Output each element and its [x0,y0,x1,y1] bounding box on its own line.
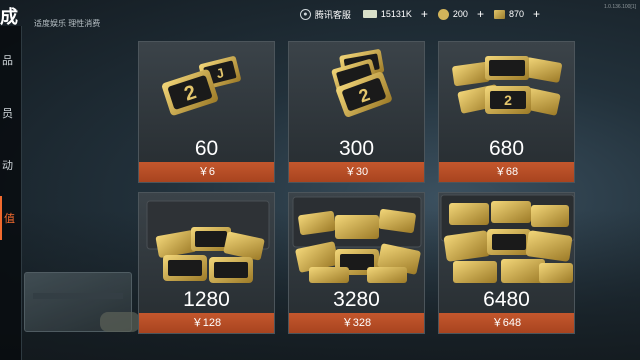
health-notice: 适度娱乐 理性消费 [34,19,101,28]
sidebar-item-member[interactable]: 员 [0,91,22,135]
pack-card[interactable]: 2 680 ￥68 [438,41,575,183]
sidebar-item-label: 动 [2,160,13,172]
add-cash-button[interactable]: + [421,8,428,20]
gold-bar-icon: J 2 [162,56,241,116]
price-button[interactable]: ￥6 [139,162,274,182]
pack-card[interactable]: 6480 ￥648 [438,192,575,334]
pack-amount: 300 [338,137,375,160]
token-value: 870 [508,9,524,19]
token-icon [493,9,505,19]
price-button[interactable]: ￥128 [139,313,274,333]
sidebar-item-label: 值 [4,213,15,225]
gold-bar-stack-icon: 2 [331,49,392,117]
pack-card[interactable]: 3280 ￥328 [288,192,425,334]
sidebar-item-label: 品 [2,55,13,67]
sidebar-item-recharge[interactable]: 值 [0,196,22,240]
sidebar-item-label: 员 [2,108,13,120]
pack-card[interactable]: 1280 ￥128 [138,192,275,334]
pack-card[interactable]: J 2 60 ￥6 [138,41,275,183]
pack-amount: 60 [194,137,219,160]
pack-card[interactable]: 2 300 ￥30 [288,41,425,183]
add-coin-button[interactable]: + [477,8,484,20]
coin-value: 200 [452,9,468,19]
pack-amount: 3280 [333,288,380,311]
resource-bar: ● 腾讯客服 15131K + 200 + 870 + [299,7,544,21]
background-debris [100,312,140,332]
price-button[interactable]: ￥328 [289,313,424,333]
cash-resource: 15131K + [362,8,432,20]
cash-value: 15131K [380,9,412,19]
price-button[interactable]: ￥30 [289,162,424,182]
pack-amount: 680 [488,137,525,160]
sidebar: 品 员 动 值 [0,26,22,360]
price-button[interactable]: ￥68 [439,162,574,182]
svg-text:2: 2 [504,92,512,108]
service-label: 腾讯客服 [314,9,351,20]
gold-bar-pile-icon: 2 [452,56,562,116]
pack-amount: 6480 [483,288,530,311]
coin-icon [437,8,449,20]
gold-crate-large-icon [292,196,422,283]
token-resource: 870 + [493,8,544,20]
coin-resource: 200 + [437,8,488,20]
pack-amount: 1280 [183,288,230,311]
gold-crate-huge-icon [440,194,574,283]
cash-icon [362,10,377,18]
sidebar-item-event[interactable]: 动 [0,143,22,187]
service-icon: ● [299,8,311,20]
add-token-button[interactable]: + [533,8,540,20]
recharge-grid: J 2 60 ￥6 2 300 ￥30 2 680 ￥68 1280 ￥128 … [138,41,575,334]
price-button[interactable]: ￥648 [439,313,574,333]
gold-crate-icon [146,200,270,283]
customer-service[interactable]: ● 腾讯客服 [299,8,351,21]
version-label: 1.0.136.100[1] [604,4,636,10]
sidebar-item-goods[interactable]: 品 [0,38,22,82]
